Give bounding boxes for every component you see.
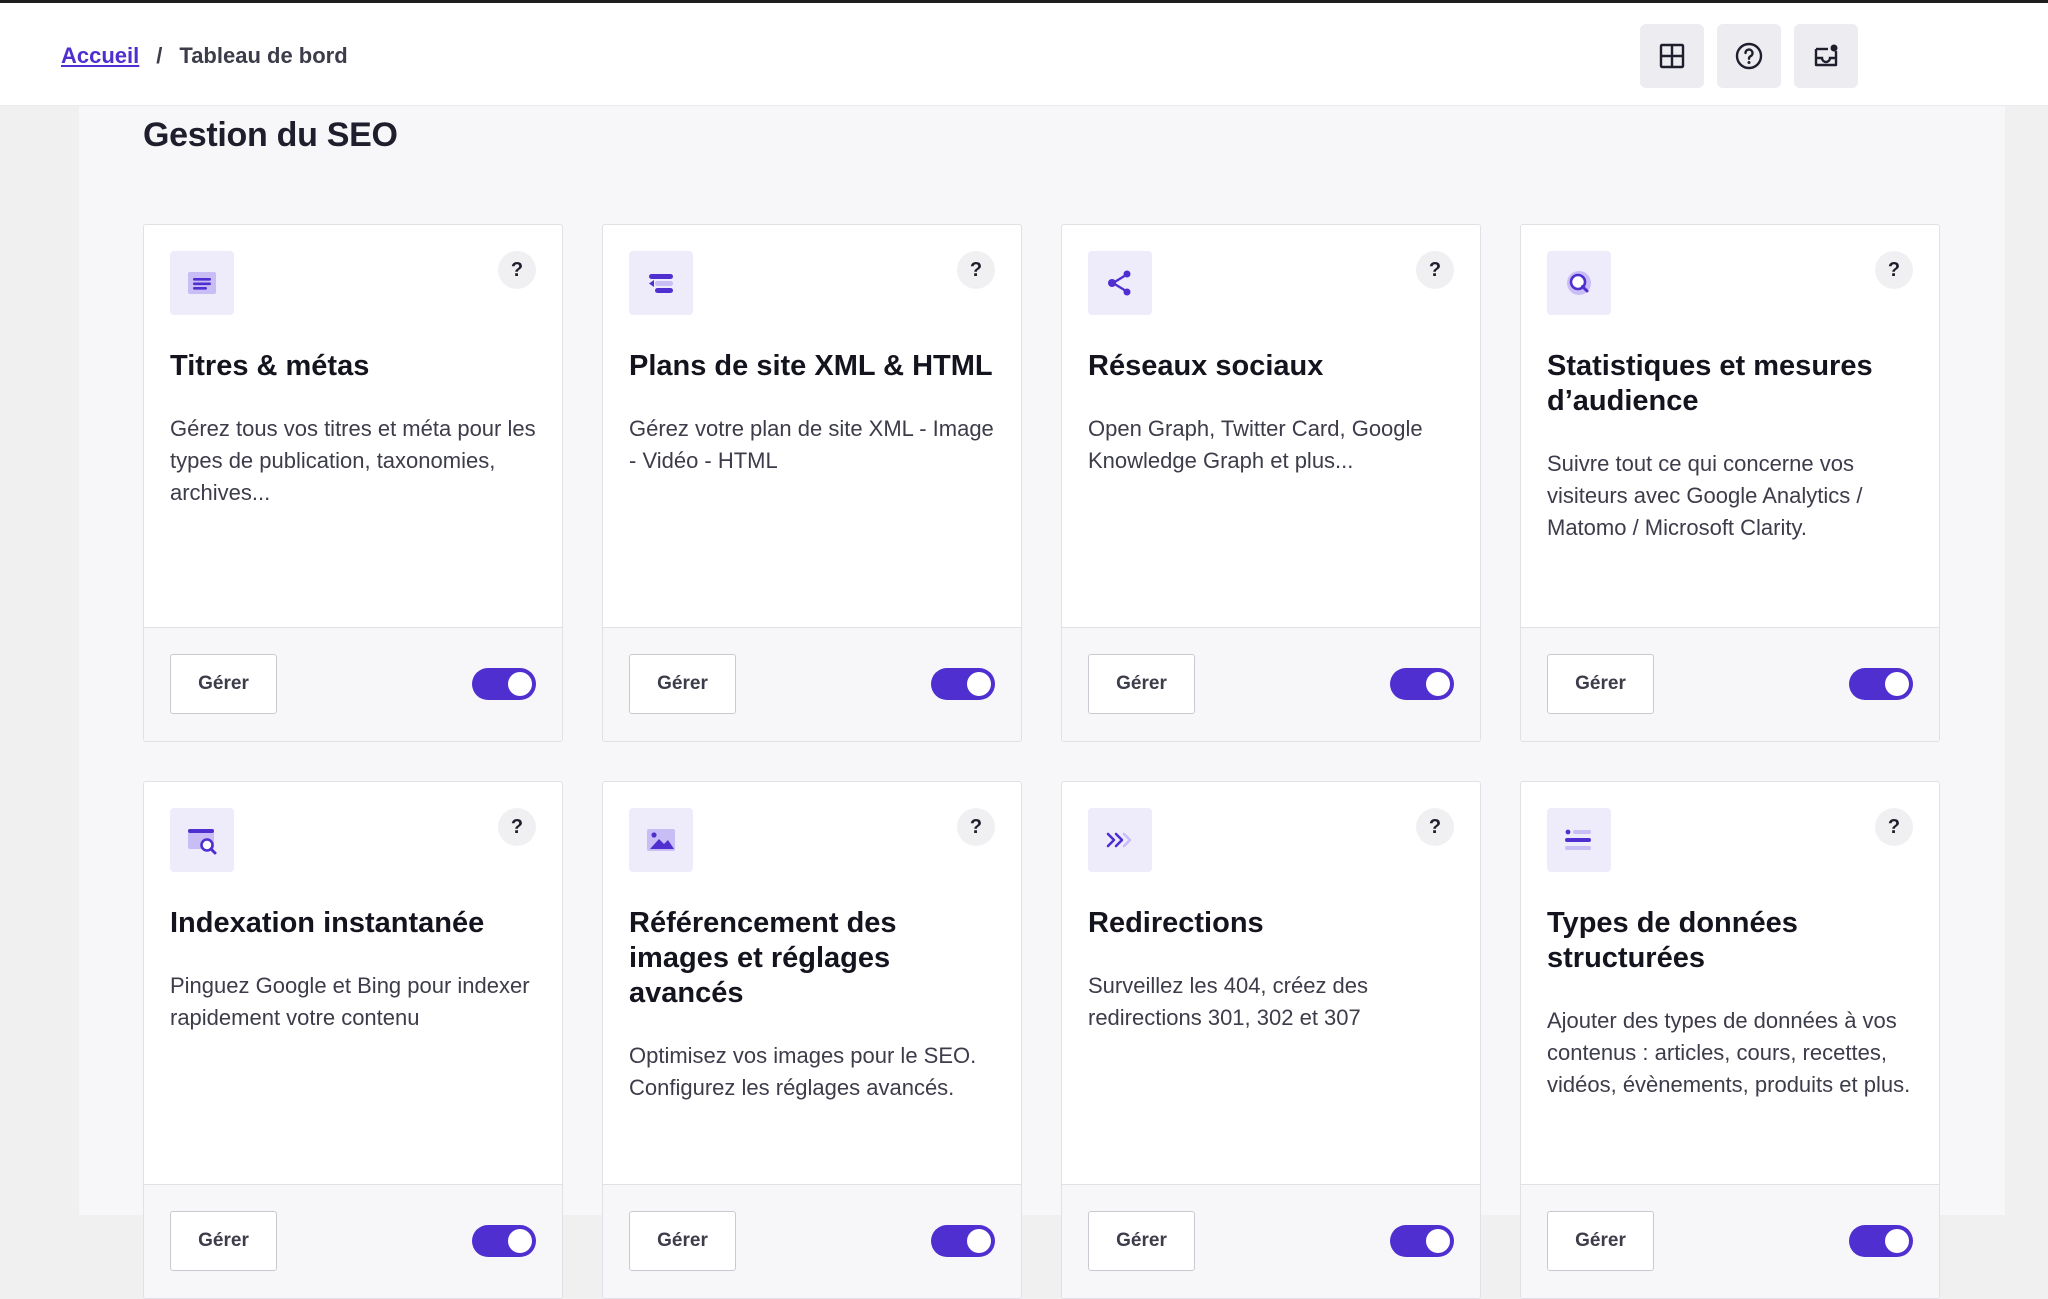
help-badge[interactable]: ? xyxy=(1416,251,1454,289)
enable-toggle[interactable] xyxy=(1849,1225,1913,1257)
card-description: Surveillez les 404, créez des redirectio… xyxy=(1088,973,1369,1030)
card-description: Gérez votre plan de site XML - Image - V… xyxy=(629,416,994,473)
enable-toggle[interactable] xyxy=(1849,668,1913,700)
feature-cards-grid: ? Titres & métas Gérez tous vos titres e… xyxy=(143,224,1940,1299)
card-title: Réseaux sociaux xyxy=(1088,350,1324,382)
main-content: Gestion du SEO ? Titres & métas Gérez to… xyxy=(79,106,2005,1299)
instant-indexing-icon xyxy=(188,829,217,855)
card-footer: Gérer xyxy=(1521,1184,1939,1298)
manage-button[interactable]: Gérer xyxy=(629,654,736,714)
toggle-knob xyxy=(1885,1229,1909,1253)
card-structured-data: ? Types de données structurées Ajouter d… xyxy=(1520,781,1940,1299)
page-title: Gestion du SEO xyxy=(143,116,398,154)
inbox-notification-icon xyxy=(1814,44,1838,67)
grid-icon xyxy=(1659,43,1685,69)
card-redirections: ? Redirections Surveillez les 404, créez… xyxy=(1061,781,1481,1299)
card-description: Open Graph, Twitter Card, Google Knowled… xyxy=(1088,416,1423,473)
toggle-knob xyxy=(967,1229,991,1253)
card-analytics: ? Statistiques et mesures d’audience Sui… xyxy=(1520,224,1940,742)
card-footer: Gérer xyxy=(144,627,562,741)
redirect-arrows-icon xyxy=(1106,832,1132,848)
top-header: Accueil / Tableau de bord xyxy=(0,3,2048,106)
image-icon xyxy=(647,829,675,851)
help-button[interactable] xyxy=(1717,24,1781,88)
help-badge[interactable]: ? xyxy=(1875,251,1913,289)
card-footer: Gérer xyxy=(603,627,1021,741)
card-title: Statistiques et mesures d’audience xyxy=(1547,350,1873,417)
help-badge[interactable]: ? xyxy=(498,808,536,846)
card-description: Suivre tout ce qui concerne vos visiteur… xyxy=(1547,451,1863,540)
analytics-search-icon xyxy=(1567,271,1591,295)
card-title: Référencement des images et réglages ava… xyxy=(629,907,897,1009)
card-description: Gérez tous vos titres et méta pour les t… xyxy=(170,416,536,505)
enable-toggle[interactable] xyxy=(931,1225,995,1257)
card-footer: Gérer xyxy=(1062,627,1480,741)
card-footer: Gérer xyxy=(1062,1184,1480,1298)
card-description: Optimisez vos images pour le SEO. Config… xyxy=(629,1043,977,1100)
manage-button[interactable]: Gérer xyxy=(170,654,277,714)
titles-metas-icon xyxy=(188,272,216,294)
card-footer: Gérer xyxy=(144,1184,562,1298)
manage-button[interactable]: Gérer xyxy=(170,1211,277,1271)
help-badge[interactable]: ? xyxy=(498,251,536,289)
card-title: Redirections xyxy=(1088,907,1264,939)
dashboard-layout-button[interactable] xyxy=(1640,24,1704,88)
breadcrumb-home-link[interactable]: Accueil xyxy=(61,43,139,69)
card-title: Types de données structurées xyxy=(1547,907,1798,974)
card-title: Indexation instantanée xyxy=(170,907,485,939)
card-footer: Gérer xyxy=(603,1184,1021,1298)
card-title: Titres & métas xyxy=(170,350,370,382)
enable-toggle[interactable] xyxy=(472,1225,536,1257)
manage-button[interactable]: Gérer xyxy=(1088,654,1195,714)
toggle-knob xyxy=(1426,672,1450,696)
card-sitemaps: ? Plans de site XML & HTML Gérez votre p… xyxy=(602,224,1022,742)
card-image-seo: ? Référencement des images et réglages a… xyxy=(602,781,1022,1299)
enable-toggle[interactable] xyxy=(1390,668,1454,700)
notifications-button[interactable] xyxy=(1794,24,1858,88)
card-description: Pinguez Google et Bing pour indexer rapi… xyxy=(170,973,530,1030)
help-badge[interactable]: ? xyxy=(957,808,995,846)
toggle-knob xyxy=(967,672,991,696)
breadcrumb: Accueil / Tableau de bord xyxy=(61,43,348,69)
help-badge[interactable]: ? xyxy=(1875,808,1913,846)
enable-toggle[interactable] xyxy=(1390,1225,1454,1257)
help-badge[interactable]: ? xyxy=(1416,808,1454,846)
card-description: Ajouter des types de données à vos conte… xyxy=(1547,1008,1911,1097)
share-icon xyxy=(1108,270,1131,296)
header-actions xyxy=(1640,24,1858,88)
breadcrumb-separator: / xyxy=(156,43,163,68)
help-circle-icon xyxy=(1735,42,1763,70)
help-badge[interactable]: ? xyxy=(957,251,995,289)
card-titles-metas: ? Titres & métas Gérez tous vos titres e… xyxy=(143,224,563,742)
manage-button[interactable]: Gérer xyxy=(1547,654,1654,714)
card-social-networks: ? Réseaux sociaux Open Graph, Twitter Ca… xyxy=(1061,224,1481,742)
toggle-knob xyxy=(508,672,532,696)
manage-button[interactable]: Gérer xyxy=(629,1211,736,1271)
card-footer: Gérer xyxy=(1521,627,1939,741)
structured-data-icon xyxy=(1565,829,1591,850)
card-instant-indexing: ? Indexation instantanée Pinguez Google … xyxy=(143,781,563,1299)
enable-toggle[interactable] xyxy=(472,668,536,700)
toggle-knob xyxy=(1885,672,1909,696)
manage-button[interactable]: Gérer xyxy=(1088,1211,1195,1271)
card-title: Plans de site XML & HTML xyxy=(629,350,993,382)
sitemap-icon xyxy=(649,274,673,293)
toggle-knob xyxy=(1426,1229,1450,1253)
enable-toggle[interactable] xyxy=(931,668,995,700)
manage-button[interactable]: Gérer xyxy=(1547,1211,1654,1271)
toggle-knob xyxy=(508,1229,532,1253)
breadcrumb-current: Tableau de bord xyxy=(179,43,348,68)
